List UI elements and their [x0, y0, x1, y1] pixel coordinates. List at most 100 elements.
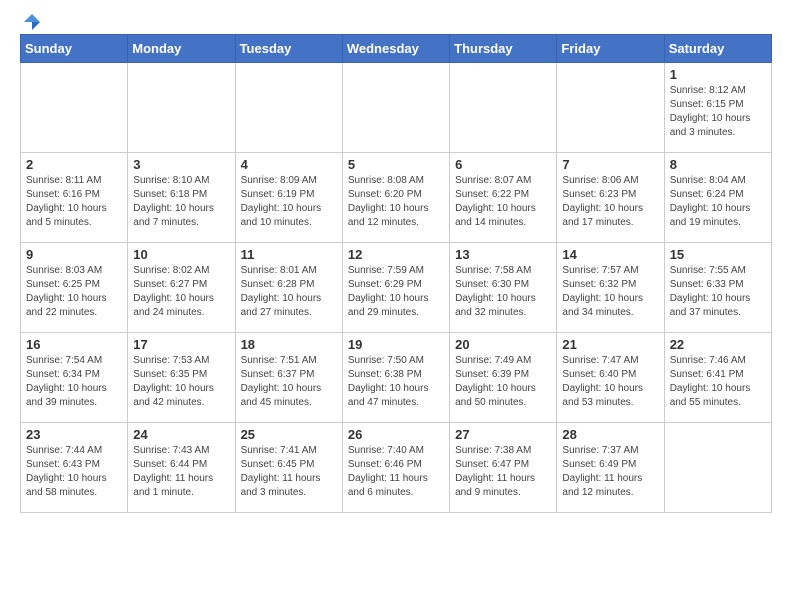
day-cell: 16 Sunrise: 7:54 AM Sunset: 6:34 PM Dayli… [21, 333, 128, 423]
day-cell: 15 Sunrise: 7:55 AM Sunset: 6:33 PM Dayli… [664, 243, 771, 333]
day-number: 28 [562, 427, 658, 442]
day-cell [450, 63, 557, 153]
day-number: 19 [348, 337, 444, 352]
week-row-1: 1 Sunrise: 8:12 AM Sunset: 6:15 PM Daylig… [21, 63, 772, 153]
day-number: 26 [348, 427, 444, 442]
day-cell: 17 Sunrise: 7:53 AM Sunset: 6:35 PM Dayli… [128, 333, 235, 423]
day-number: 8 [670, 157, 766, 172]
day-cell: 4 Sunrise: 8:09 AM Sunset: 6:19 PM Daylig… [235, 153, 342, 243]
week-row-4: 16 Sunrise: 7:54 AM Sunset: 6:34 PM Dayli… [21, 333, 772, 423]
day-number: 15 [670, 247, 766, 262]
day-info: Sunrise: 7:49 AM Sunset: 6:39 PM Dayligh… [455, 354, 551, 410]
day-cell: 21Sunrise: 7:47 AM Sunset: 6:40 PM Dayli… [557, 333, 664, 423]
day-info: Sunrise: 8:11 AM Sunset: 6:16 PM Dayligh… [26, 174, 122, 230]
day-header-thursday: Thursday [450, 35, 557, 63]
day-cell: 8 Sunrise: 8:04 AM Sunset: 6:24 PM Daylig… [664, 153, 771, 243]
day-cell: 3 Sunrise: 8:10 AM Sunset: 6:18 PM Daylig… [128, 153, 235, 243]
day-cell [128, 63, 235, 153]
day-number: 16 [26, 337, 122, 352]
day-cell: 20 Sunrise: 7:49 AM Sunset: 6:39 PM Dayli… [450, 333, 557, 423]
day-info: Sunrise: 8:03 AM Sunset: 6:25 PM Dayligh… [26, 264, 122, 320]
day-info: Sunrise: 7:43 AM Sunset: 6:44 PM Dayligh… [133, 444, 229, 500]
day-cell: 9 Sunrise: 8:03 AM Sunset: 6:25 PM Daylig… [21, 243, 128, 333]
day-cell: 28 Sunrise: 7:37 AM Sunset: 6:49 PM Dayli… [557, 423, 664, 513]
day-info: Sunrise: 8:12 AM Sunset: 6:15 PM Dayligh… [670, 84, 766, 140]
day-number: 9 [26, 247, 122, 262]
day-info: Sunrise: 7:51 AM Sunset: 6:37 PM Dayligh… [241, 354, 337, 410]
day-number: 25 [241, 427, 337, 442]
day-cell: 2 Sunrise: 8:11 AM Sunset: 6:16 PM Daylig… [21, 153, 128, 243]
day-info: Sunrise: 7:47 AM Sunset: 6:40 PM Dayligh… [562, 354, 658, 410]
day-number: 18 [241, 337, 337, 352]
day-info: Sunrise: 8:08 AM Sunset: 6:20 PM Dayligh… [348, 174, 444, 230]
day-number: 5 [348, 157, 444, 172]
day-number: 13 [455, 247, 551, 262]
day-cell: 7 Sunrise: 8:06 AM Sunset: 6:23 PM Daylig… [557, 153, 664, 243]
day-number: 14 [562, 247, 658, 262]
day-cell: 24 Sunrise: 7:43 AM Sunset: 6:44 PM Dayli… [128, 423, 235, 513]
day-info: Sunrise: 7:41 AM Sunset: 6:45 PM Dayligh… [241, 444, 337, 500]
day-info: Sunrise: 8:07 AM Sunset: 6:22 PM Dayligh… [455, 174, 551, 230]
day-number: 4 [241, 157, 337, 172]
day-info: Sunrise: 7:37 AM Sunset: 6:49 PM Dayligh… [562, 444, 658, 500]
day-info: Sunrise: 7:50 AM Sunset: 6:38 PM Dayligh… [348, 354, 444, 410]
day-number: 11 [241, 247, 337, 262]
day-number: 1 [670, 67, 766, 82]
day-header-tuesday: Tuesday [235, 35, 342, 63]
day-header-sunday: Sunday [21, 35, 128, 63]
day-cell: 23 Sunrise: 7:44 AM Sunset: 6:43 PM Dayli… [21, 423, 128, 513]
day-info: Sunrise: 7:59 AM Sunset: 6:29 PM Dayligh… [348, 264, 444, 320]
week-row-2: 2 Sunrise: 8:11 AM Sunset: 6:16 PM Daylig… [21, 153, 772, 243]
logo-icon [22, 12, 42, 32]
day-header-monday: Monday [128, 35, 235, 63]
day-cell: 26 Sunrise: 7:40 AM Sunset: 6:46 PM Dayli… [342, 423, 449, 513]
day-header-friday: Friday [557, 35, 664, 63]
day-number: 3 [133, 157, 229, 172]
day-cell: 19 Sunrise: 7:50 AM Sunset: 6:38 PM Dayli… [342, 333, 449, 423]
day-cell: 5 Sunrise: 8:08 AM Sunset: 6:20 PM Daylig… [342, 153, 449, 243]
week-row-3: 9 Sunrise: 8:03 AM Sunset: 6:25 PM Daylig… [21, 243, 772, 333]
day-info: Sunrise: 7:53 AM Sunset: 6:35 PM Dayligh… [133, 354, 229, 410]
day-info: Sunrise: 7:44 AM Sunset: 6:43 PM Dayligh… [26, 444, 122, 500]
day-number: 20 [455, 337, 551, 352]
header-row: SundayMondayTuesdayWednesdayThursdayFrid… [21, 35, 772, 63]
day-cell: 1 Sunrise: 8:12 AM Sunset: 6:15 PM Daylig… [664, 63, 771, 153]
day-info: Sunrise: 8:10 AM Sunset: 6:18 PM Dayligh… [133, 174, 229, 230]
calendar-table: SundayMondayTuesdayWednesdayThursdayFrid… [20, 34, 772, 513]
day-info: Sunrise: 7:40 AM Sunset: 6:46 PM Dayligh… [348, 444, 444, 500]
day-info: Sunrise: 7:55 AM Sunset: 6:33 PM Dayligh… [670, 264, 766, 320]
day-cell [235, 63, 342, 153]
day-number: 22 [670, 337, 766, 352]
day-number: 7 [562, 157, 658, 172]
day-info: Sunrise: 7:54 AM Sunset: 6:34 PM Dayligh… [26, 354, 122, 410]
day-cell: 27 Sunrise: 7:38 AM Sunset: 6:47 PM Dayli… [450, 423, 557, 513]
day-number: 2 [26, 157, 122, 172]
day-number: 27 [455, 427, 551, 442]
day-info: Sunrise: 8:06 AM Sunset: 6:23 PM Dayligh… [562, 174, 658, 230]
day-cell: 11 Sunrise: 8:01 AM Sunset: 6:28 PM Dayli… [235, 243, 342, 333]
day-number: 24 [133, 427, 229, 442]
day-info: Sunrise: 8:01 AM Sunset: 6:28 PM Dayligh… [241, 264, 337, 320]
day-number: 12 [348, 247, 444, 262]
day-cell: 25 Sunrise: 7:41 AM Sunset: 6:45 PM Dayli… [235, 423, 342, 513]
logo [20, 20, 42, 24]
day-cell [342, 63, 449, 153]
day-info: Sunrise: 8:02 AM Sunset: 6:27 PM Dayligh… [133, 264, 229, 320]
day-info: Sunrise: 7:46 AM Sunset: 6:41 PM Dayligh… [670, 354, 766, 410]
day-number: 17 [133, 337, 229, 352]
day-header-saturday: Saturday [664, 35, 771, 63]
day-info: Sunrise: 8:09 AM Sunset: 6:19 PM Dayligh… [241, 174, 337, 230]
day-info: Sunrise: 7:57 AM Sunset: 6:32 PM Dayligh… [562, 264, 658, 320]
day-number: 10 [133, 247, 229, 262]
day-info: Sunrise: 7:58 AM Sunset: 6:30 PM Dayligh… [455, 264, 551, 320]
day-cell [664, 423, 771, 513]
day-cell: 6Sunrise: 8:07 AM Sunset: 6:22 PM Daylig… [450, 153, 557, 243]
day-cell: 18 Sunrise: 7:51 AM Sunset: 6:37 PM Dayli… [235, 333, 342, 423]
day-cell: 22 Sunrise: 7:46 AM Sunset: 6:41 PM Dayli… [664, 333, 771, 423]
day-number: 23 [26, 427, 122, 442]
week-row-5: 23 Sunrise: 7:44 AM Sunset: 6:43 PM Dayli… [21, 423, 772, 513]
day-info: Sunrise: 7:38 AM Sunset: 6:47 PM Dayligh… [455, 444, 551, 500]
day-cell [557, 63, 664, 153]
day-info: Sunrise: 8:04 AM Sunset: 6:24 PM Dayligh… [670, 174, 766, 230]
page-header [20, 20, 772, 24]
